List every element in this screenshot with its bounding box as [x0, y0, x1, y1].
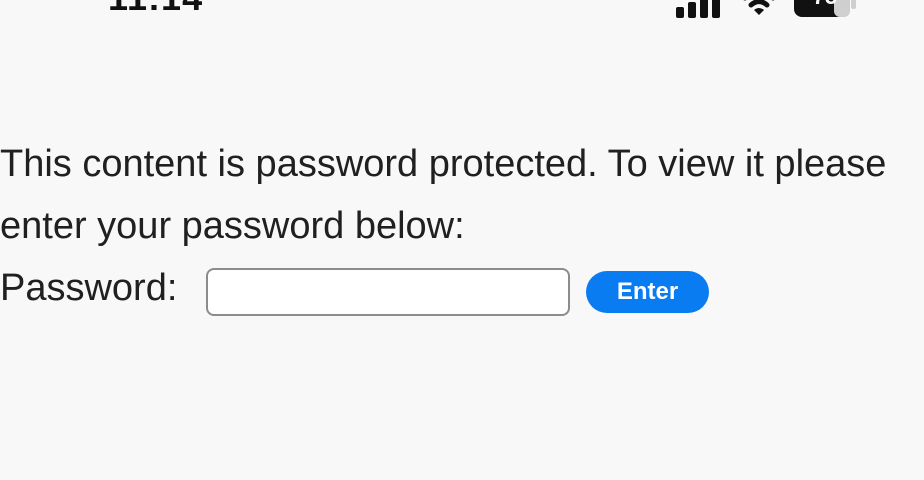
status-icons: 73: [674, 0, 864, 20]
password-protection-message: This content is password protected. To v…: [0, 143, 887, 247]
status-time: 11:14: [108, 0, 203, 18]
enter-button[interactable]: Enter: [586, 271, 709, 313]
battery-level: 73: [800, 0, 850, 11]
wifi-icon: [743, 0, 775, 15]
signal-icon: [676, 0, 720, 18]
password-form: Password: Enter: [0, 262, 760, 318]
password-input[interactable]: [206, 268, 570, 316]
password-label: Password:: [0, 267, 178, 309]
status-bar: 11:14 73: [0, 0, 924, 20]
